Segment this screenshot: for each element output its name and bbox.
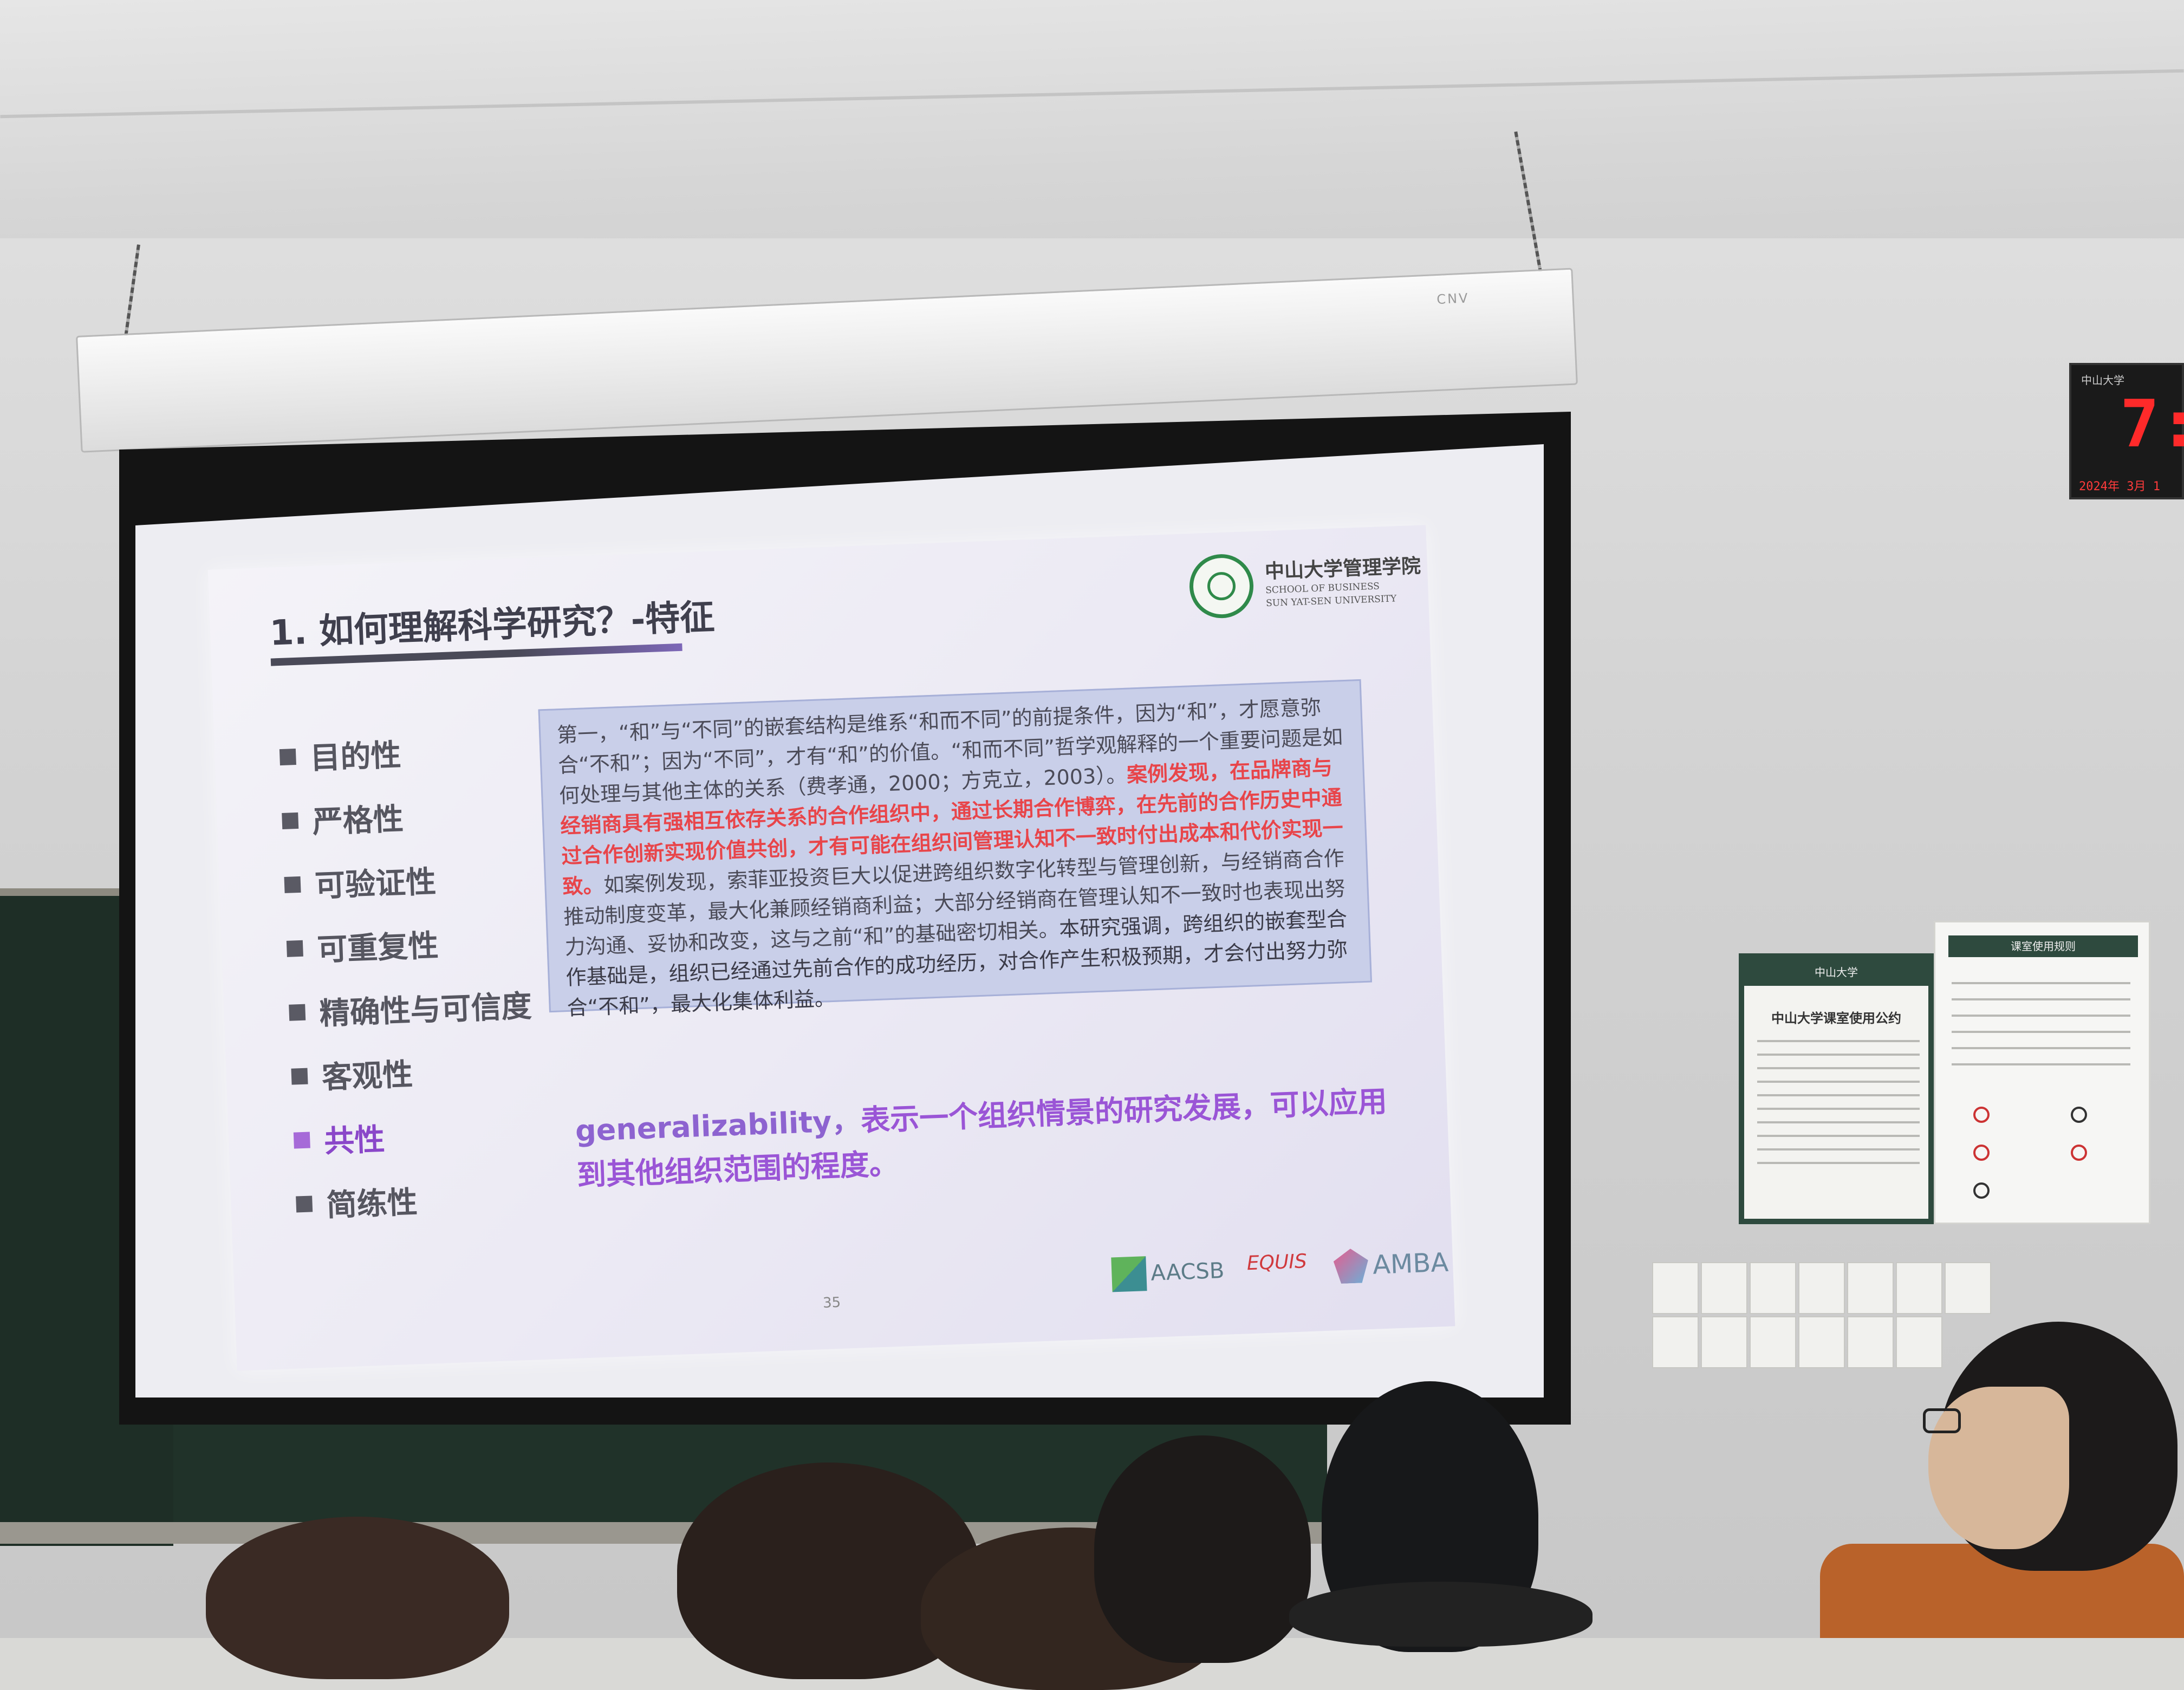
bullet-square-icon (286, 940, 303, 957)
notice-left-title: 中山大学课室使用公约 (1771, 1011, 1901, 1026)
ceiling-seam (0, 69, 2184, 119)
bullet-square-icon (293, 1132, 310, 1149)
slide: 1. 如何理解科学研究？-特征 中山大学管理学院 SCHOOL OF BUSIN… (207, 525, 1455, 1371)
bullet-label: 可重复性 (316, 928, 439, 968)
light-switch[interactable] (1945, 1262, 1991, 1314)
equis-label: EQUIS (1246, 1250, 1308, 1275)
accreditation-logos: AACSB EQUIS AMBA (1111, 1245, 1449, 1317)
no-food-icon (1973, 1145, 1990, 1161)
bullet-item: 目的性 (279, 731, 402, 779)
generality-definition: generalizability，表示一个组织情景的研究发展，可以应用到其他组织… (575, 1079, 1401, 1198)
wall-clock: 中山大学 7: 2024年 3月 1 (2069, 363, 2184, 499)
audience-head (1094, 1435, 1311, 1663)
notice-text-line (1952, 982, 2130, 984)
ceiling (0, 0, 2184, 271)
audience-shoulders (1289, 1582, 1592, 1647)
bullet-item: 可验证性 (284, 857, 437, 907)
notice-text-line (1757, 1067, 1920, 1069)
light-switch[interactable] (1750, 1262, 1796, 1314)
notice-text-line (1952, 1015, 2130, 1017)
light-switch[interactable] (1652, 1316, 1699, 1368)
light-switch[interactable] (1896, 1262, 1942, 1314)
notice-text-line (1757, 1162, 1920, 1164)
light-switch[interactable] (1750, 1316, 1796, 1368)
no-smoking-icon (1973, 1107, 1990, 1123)
notice-left-header: 中山大学 (1744, 959, 1928, 986)
amba-label: AMBA (1372, 1247, 1450, 1280)
notice-text-line (1952, 1047, 2130, 1049)
silent-phone-icon (2071, 1145, 2087, 1161)
light-switch[interactable] (1798, 1262, 1845, 1314)
amba-diamond-icon (1333, 1248, 1369, 1284)
light-switch[interactable] (1652, 1262, 1699, 1314)
light-switch[interactable] (1701, 1262, 1747, 1314)
wifi-icon (1973, 1182, 1990, 1199)
clock-brand: 中山大学 (2081, 374, 2124, 387)
bullet-square-icon (289, 1004, 306, 1021)
bullet-label: 简练性 (326, 1185, 418, 1224)
bullet-square-icon (282, 812, 299, 829)
generality-term-en: generalizability， (574, 1103, 862, 1148)
notice-text-line (1757, 1081, 1920, 1083)
bullet-item: 可重复性 (286, 921, 439, 971)
clock-date: 2024年 3月 1 (2079, 480, 2160, 493)
university-logo: 中山大学管理学院 SCHOOL OF BUSINESS SUN YAT-SEN … (1188, 547, 1421, 636)
bullet-label: 共性 (323, 1122, 386, 1160)
logo-name-en-line2: SUN YAT-SEN UNIVERSITY (1265, 593, 1397, 609)
bullet-label: 严格性 (311, 801, 404, 840)
bullet-item-active: 共性 (293, 1115, 386, 1162)
bullet-item: 简练性 (295, 1178, 418, 1226)
light-switch[interactable] (1847, 1262, 1894, 1314)
classroom-notice-right: 课室使用规则 (1934, 921, 2150, 1224)
bullet-label: 精确性与可信度 (318, 989, 532, 1032)
notice-text-line (1757, 1054, 1920, 1056)
notice-text-line (1952, 998, 2130, 1000)
notice-text-line (1757, 1121, 1920, 1123)
light-switch[interactable] (1798, 1316, 1845, 1368)
notice-text-line (1757, 1108, 1920, 1110)
bullet-label: 目的性 (309, 737, 402, 777)
bullet-item: 客观性 (291, 1050, 414, 1098)
amba-logo: AMBA (1333, 1245, 1449, 1284)
equis-logo: EQUIS (1246, 1250, 1307, 1275)
bullet-item: 严格性 (281, 795, 404, 843)
bullet-square-icon (291, 1068, 308, 1085)
notice-right-header: 课室使用规则 (1948, 935, 2138, 957)
notice-text-line (1757, 1135, 1920, 1137)
audience-head (206, 1517, 509, 1679)
bullet-label: 客观性 (321, 1057, 414, 1096)
lightbulb-icon (2071, 1107, 2087, 1123)
notice-text-line (1952, 1031, 2130, 1033)
bullet-label: 可验证性 (314, 864, 437, 904)
glasses-icon (1923, 1408, 1961, 1433)
notice-text-line (1757, 1094, 1920, 1096)
clock-time: 7: (2120, 387, 2184, 462)
logo-name-cn: 中山大学管理学院 (1264, 555, 1421, 583)
bullet-square-icon (279, 748, 296, 765)
notice-text-line (1952, 1063, 2130, 1065)
aacsb-badge-icon (1111, 1256, 1147, 1292)
notice-text-line (1757, 1040, 1920, 1042)
notice-text-line (1757, 1148, 1920, 1150)
bullet-square-icon (284, 876, 301, 893)
light-switch[interactable] (1701, 1316, 1747, 1368)
page-number: 35 (822, 1294, 841, 1312)
aacsb-label: AACSB (1150, 1258, 1225, 1286)
university-seal-icon (1188, 553, 1255, 620)
housing-brand: CNV (1436, 290, 1470, 307)
bullet-square-icon (296, 1195, 313, 1213)
quote-textbox: 第一，“和”与“不同”的嵌套结构是维系“和而不同”的前提条件，因为“和”，才愿意… (538, 679, 1372, 1020)
light-switch[interactable] (1847, 1316, 1894, 1368)
light-switch[interactable] (1896, 1316, 1942, 1368)
aacsb-logo: AACSB (1111, 1253, 1225, 1292)
classroom-notice-left: 中山大学 中山大学课室使用公约 (1739, 953, 1934, 1224)
bullet-item: 精确性与可信度 (288, 981, 532, 1034)
